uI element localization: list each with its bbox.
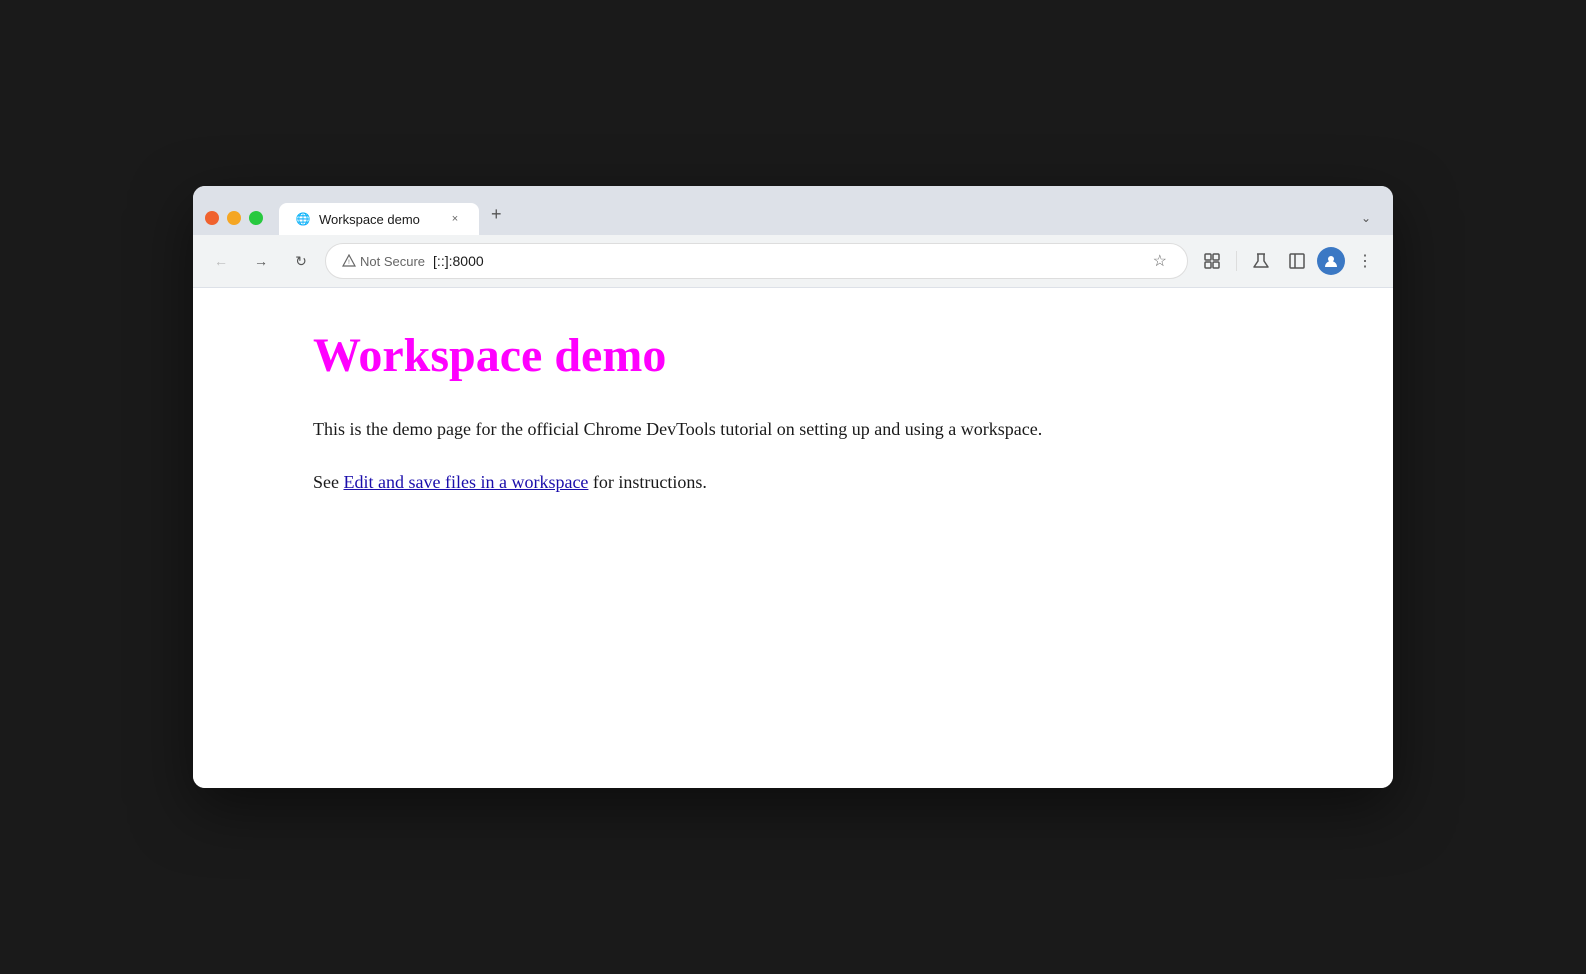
warning-icon: !	[342, 254, 356, 268]
security-indicator: ! Not Secure	[342, 254, 425, 269]
minimize-button[interactable]	[227, 211, 241, 225]
extensions-button[interactable]	[1196, 245, 1228, 277]
page-description: This is the demo page for the official C…	[313, 415, 1273, 444]
forward-button[interactable]: →	[245, 245, 277, 277]
tab-favicon-icon: 🌐	[295, 211, 311, 227]
profile-icon	[1323, 253, 1339, 269]
page-content: Workspace demo This is the demo page for…	[193, 288, 1393, 788]
reload-icon: ↻	[295, 253, 307, 270]
nav-divider	[1236, 251, 1237, 271]
back-icon: ←	[214, 253, 228, 269]
back-button[interactable]: ←	[205, 245, 237, 277]
browser-window: 🌐 Workspace demo × + ⌄ ← → ↻ !	[193, 186, 1393, 788]
instructions-suffix: for instructions.	[588, 472, 707, 492]
reload-button[interactable]: ↻	[285, 245, 317, 277]
extensions-icon	[1203, 252, 1221, 270]
nav-bar: ← → ↻ ! Not Secure [::]:8000 ☆	[193, 235, 1393, 288]
workspace-link[interactable]: Edit and save files in a workspace	[344, 472, 589, 492]
traffic-lights	[205, 211, 263, 235]
url-text: [::]:8000	[433, 253, 1141, 269]
security-label: Not Secure	[360, 254, 425, 269]
tab-close-button[interactable]: ×	[447, 211, 463, 227]
maximize-button[interactable]	[249, 211, 263, 225]
address-bar[interactable]: ! Not Secure [::]:8000 ☆	[325, 243, 1188, 279]
page-heading: Workspace demo	[313, 328, 1273, 383]
nav-actions: ⋮	[1196, 245, 1381, 277]
tab-strip: 🌐 Workspace demo × + ⌄	[279, 196, 1381, 235]
more-button[interactable]: ⋮	[1349, 245, 1381, 277]
tab-title: Workspace demo	[319, 212, 439, 227]
tab-chevron-icon[interactable]: ⌄	[1351, 205, 1381, 235]
forward-icon: →	[254, 253, 268, 269]
lab-button[interactable]	[1245, 245, 1277, 277]
sidebar-icon	[1288, 252, 1306, 270]
svg-text:!: !	[348, 260, 350, 266]
active-tab[interactable]: 🌐 Workspace demo ×	[279, 203, 479, 235]
more-icon: ⋮	[1357, 251, 1373, 271]
new-tab-button[interactable]: +	[479, 196, 514, 235]
profile-button[interactable]	[1317, 247, 1345, 275]
page-instructions: See Edit and save files in a workspace f…	[313, 468, 1273, 497]
bookmark-icon[interactable]: ☆	[1149, 251, 1171, 271]
close-button[interactable]	[205, 211, 219, 225]
sidebar-button[interactable]	[1281, 245, 1313, 277]
lab-icon	[1252, 252, 1270, 270]
instructions-prefix: See	[313, 472, 344, 492]
title-bar: 🌐 Workspace demo × + ⌄	[193, 186, 1393, 235]
